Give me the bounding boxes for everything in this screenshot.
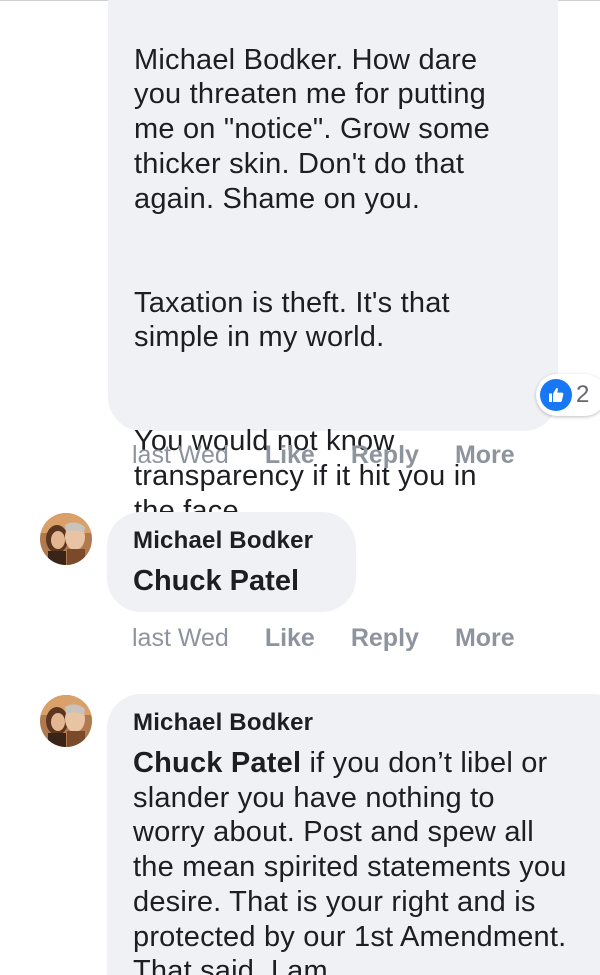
comment-author[interactable]: Michael Bodker [133,708,600,738]
comment-paragraph: Michael Bodker. How dare you threaten me… [134,43,491,215]
mention-link[interactable]: Chuck Patel [133,747,301,779]
like-link[interactable]: Like [265,441,315,470]
reply-link[interactable]: Reply [351,441,419,470]
more-link[interactable]: More [455,624,515,653]
comment-author[interactable]: Michael Bodker [133,526,330,556]
avatar[interactable] [40,695,92,747]
comment-time[interactable]: last Wed [132,441,229,470]
comment-paragraph: Taxation is theft. It's that simple in m… [134,286,450,354]
comment-bubble[interactable]: Michael Bodker Chuck Patel if you don’t … [107,694,600,975]
comment-actions: last Wed Like Reply More [132,441,515,470]
comment-bubble[interactable]: Michael Bodker Chuck Patel [107,512,356,612]
comment-time[interactable]: last Wed [132,624,229,653]
reaction-count: 2 [576,381,590,408]
comment-text: Michael Bodker. How dare you threaten me… [134,8,532,563]
avatar[interactable] [40,513,92,565]
comment-thread: Michael Bodker. How dare you threaten me… [0,0,600,975]
like-link[interactable]: Like [265,624,315,653]
mention-link[interactable]: Chuck Patel [133,565,299,597]
comment-actions: last Wed Like Reply More [132,624,515,653]
thumbs-up-icon [540,379,572,411]
comment-body: if you don’t libel or slander you have n… [133,747,567,975]
reaction-badge[interactable]: 2 [536,374,600,416]
comment-text: Chuck Patel if you don’t libel or slande… [133,746,568,975]
more-link[interactable]: More [455,441,515,470]
comment-bubble[interactable]: Michael Bodker. How dare you threaten me… [108,0,558,527]
reply-link[interactable]: Reply [351,624,419,653]
